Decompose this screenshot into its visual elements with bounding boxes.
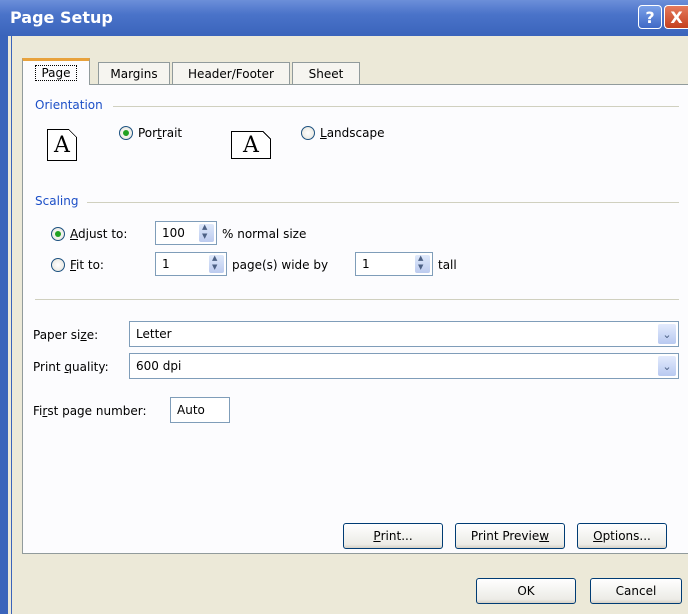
tab-header-footer-label: Header/Footer bbox=[188, 66, 274, 81]
fit-to-label-post: it to: bbox=[76, 258, 104, 272]
print-button-post: rint... bbox=[380, 529, 413, 543]
fit-tall-spin-arrows-icon[interactable] bbox=[415, 254, 430, 273]
first-page-label-post: st page number: bbox=[47, 404, 147, 418]
fit-tall-suffix: tall bbox=[438, 258, 457, 272]
print-quality-chevron-down-icon[interactable]: ⌄ bbox=[658, 356, 676, 376]
landscape-page-glyph: A bbox=[243, 132, 259, 158]
paper-size-label-post: e: bbox=[86, 328, 99, 342]
landscape-label[interactable]: Landscape bbox=[320, 126, 384, 140]
tab-sheet-label: Sheet bbox=[308, 66, 344, 81]
help-icon[interactable]: ? bbox=[638, 5, 662, 29]
tab-page-label: Page bbox=[35, 65, 77, 81]
fit-wide-spinner[interactable]: 1 bbox=[155, 252, 227, 276]
print-preview-button-pre: Print Previe bbox=[470, 529, 540, 543]
ok-button[interactable]: OK bbox=[476, 578, 576, 604]
close-icon[interactable]: X bbox=[664, 5, 688, 29]
portrait-label-post: rait bbox=[161, 126, 183, 140]
print-quality-value: 600 dpi bbox=[136, 359, 182, 373]
landscape-radio[interactable] bbox=[301, 126, 315, 140]
landscape-page-icon: A bbox=[231, 131, 271, 159]
landscape-label-post: andscape bbox=[326, 126, 385, 140]
fit-tall-value: 1 bbox=[362, 257, 370, 271]
paper-size-label: Paper size: bbox=[33, 328, 98, 342]
scaling-group-label: Scaling bbox=[35, 194, 85, 208]
fit-wide-value: 1 bbox=[162, 257, 170, 271]
first-page-label-pre: Fi bbox=[33, 404, 43, 418]
page-tab-panel: Orientation A Portrait A Landscape Scali… bbox=[22, 84, 688, 554]
first-page-number-input[interactable]: Auto bbox=[170, 397, 230, 423]
fit-to-radio[interactable] bbox=[51, 258, 65, 272]
fit-wide-suffix: page(s) wide by bbox=[232, 258, 329, 272]
landscape-label-key: L bbox=[320, 126, 327, 140]
adjust-to-label[interactable]: Adjust to: bbox=[70, 227, 127, 241]
window-frame-inner bbox=[8, 36, 11, 614]
first-page-number-label: First page number: bbox=[33, 404, 147, 418]
title-bar[interactable]: Page Setup ? X bbox=[0, 0, 688, 36]
print-quality-select[interactable]: 600 dpi ⌄ bbox=[129, 353, 679, 379]
adjust-to-spinner[interactable]: 100 bbox=[155, 221, 217, 245]
paper-size-select[interactable]: Letter ⌄ bbox=[129, 321, 679, 347]
paper-size-chevron-down-icon[interactable]: ⌄ bbox=[658, 324, 676, 344]
tab-sheet[interactable]: Sheet bbox=[292, 62, 360, 84]
tab-margins[interactable]: Margins bbox=[98, 62, 170, 84]
options-button-post: ptions... bbox=[602, 529, 651, 543]
adjust-to-value: 100 bbox=[162, 226, 185, 240]
portrait-page-glyph: A bbox=[54, 132, 70, 158]
options-button[interactable]: Options... bbox=[577, 523, 667, 549]
paper-size-value: Letter bbox=[136, 327, 172, 341]
adjust-to-label-key: A bbox=[70, 227, 78, 241]
print-button[interactable]: Print... bbox=[343, 523, 443, 549]
print-quality-label-key: q bbox=[64, 360, 73, 374]
first-page-number-value: Auto bbox=[177, 403, 205, 417]
print-preview-button-key: w bbox=[539, 529, 550, 543]
page-setup-dialog: Page Setup ? X Page Margins Header/Foote… bbox=[0, 0, 688, 614]
window-title: Page Setup bbox=[10, 8, 113, 27]
fit-to-label[interactable]: Fit to: bbox=[70, 258, 104, 272]
portrait-page-icon: A bbox=[47, 129, 77, 161]
print-button-key: P bbox=[373, 529, 381, 543]
tab-margins-label: Margins bbox=[110, 66, 158, 81]
orientation-group-label: Orientation bbox=[35, 98, 109, 112]
adjust-to-suffix: % normal size bbox=[222, 227, 307, 241]
fit-tall-spinner[interactable]: 1 bbox=[355, 252, 433, 276]
fit-wide-spin-arrows-icon[interactable] bbox=[209, 254, 224, 273]
orientation-group-line bbox=[113, 106, 679, 107]
scaling-group-line bbox=[87, 202, 679, 203]
print-quality-label-pre: Print bbox=[33, 360, 65, 374]
options-button-key: O bbox=[593, 529, 603, 543]
print-quality-label: Print quality: bbox=[33, 360, 109, 374]
print-quality-label-post: uality: bbox=[72, 360, 109, 374]
adjust-to-radio[interactable] bbox=[51, 227, 65, 241]
section-divider bbox=[35, 299, 679, 300]
tab-header-footer[interactable]: Header/Footer bbox=[172, 62, 290, 84]
portrait-radio[interactable] bbox=[119, 126, 133, 140]
adjust-to-label-post: djust to: bbox=[78, 227, 128, 241]
portrait-label[interactable]: Portrait bbox=[138, 126, 182, 140]
portrait-label-pre: Por bbox=[138, 126, 158, 140]
print-preview-button[interactable]: Print Previe w bbox=[455, 523, 565, 549]
tab-page[interactable]: Page bbox=[22, 58, 90, 85]
adjust-to-spin-arrows-icon[interactable] bbox=[199, 223, 214, 242]
paper-size-label-pre: Paper si bbox=[33, 328, 81, 342]
cancel-button[interactable]: Cancel bbox=[590, 578, 682, 604]
